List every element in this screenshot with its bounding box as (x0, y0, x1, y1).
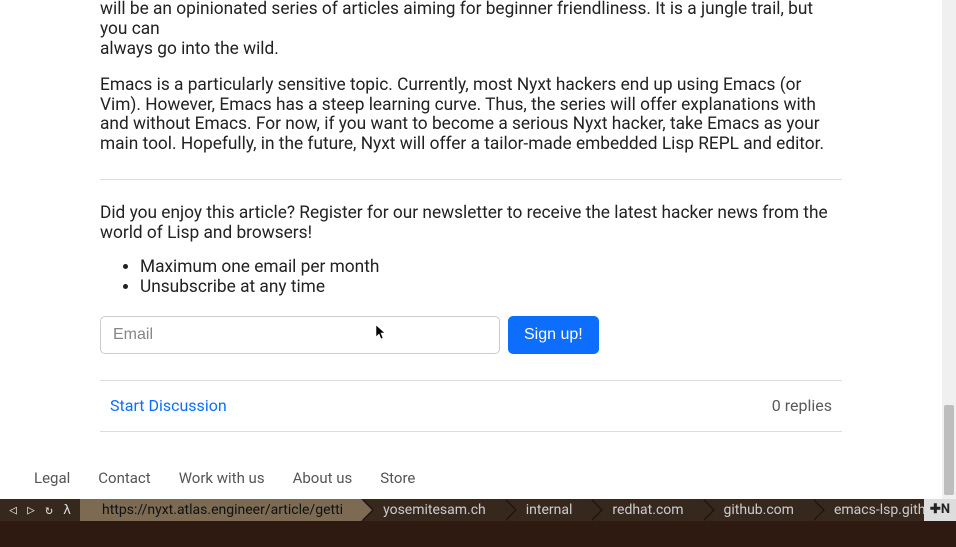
newsletter-intro: Did you enjoy this article? Register for… (100, 204, 842, 244)
footer-link-store[interactable]: Store (380, 469, 415, 487)
footer-link-contact[interactable]: Contact (98, 469, 150, 487)
footer-link-work[interactable]: Work with us (179, 469, 265, 487)
nav-lambda-icon[interactable]: λ (60, 503, 74, 518)
article-paragraph: Emacs is a particularly sensitive topic.… (100, 76, 842, 156)
divider (100, 179, 842, 180)
scrollbar-track[interactable] (942, 0, 956, 499)
new-tab-button[interactable]: ✚N (924, 499, 956, 521)
page-viewport: will be an opinionated series of article… (0, 0, 942, 499)
discussion-box: Start Discussion 0 replies (100, 380, 842, 432)
article-content: will be an opinionated series of article… (0, 0, 942, 432)
nav-back-icon[interactable]: ◁ (6, 503, 20, 518)
newsletter-bullets: Maximum one email per month Unsubscribe … (100, 258, 842, 298)
reply-count: 0 replies (772, 397, 832, 415)
tab[interactable]: redhat.com (590, 499, 701, 521)
status-bar: ◁ ▷ ↻ λ https://nyxt.atlas.engineer/arti… (0, 499, 956, 547)
tab[interactable]: yosemitesam.ch (361, 499, 504, 521)
signup-button[interactable]: Sign up! (508, 316, 599, 354)
status-row: ◁ ▷ ↻ λ https://nyxt.atlas.engineer/arti… (0, 499, 956, 521)
article-paragraph-partial: will be an opinionated series of article… (100, 0, 842, 60)
start-discussion-link[interactable]: Start Discussion (110, 397, 227, 415)
tab-strip: https://nyxt.atlas.engineer/article/gett… (80, 499, 924, 521)
nav-forward-icon[interactable]: ▷ (24, 503, 38, 518)
tab[interactable]: github.com (702, 499, 812, 521)
text-line: will be an opinionated series of article… (100, 0, 842, 40)
footer-links: Legal Contact Work with us About us Stor… (34, 469, 415, 487)
footer-link-about[interactable]: About us (293, 469, 353, 487)
tab[interactable]: emacs-lsp.gith (812, 499, 924, 521)
scrollbar-thumb[interactable] (944, 405, 954, 495)
status-bottom (0, 521, 956, 547)
list-item: Unsubscribe at any time (140, 278, 842, 298)
text-line: always go into the wild. (100, 40, 842, 60)
nav-reload-icon[interactable]: ↻ (42, 503, 56, 518)
tab-active[interactable]: https://nyxt.atlas.engineer/article/gett… (80, 499, 361, 521)
footer-link-legal[interactable]: Legal (34, 469, 70, 487)
nav-icons: ◁ ▷ ↻ λ (0, 499, 80, 521)
email-field[interactable] (100, 316, 500, 354)
list-item: Maximum one email per month (140, 258, 842, 278)
signup-row: Sign up! (100, 316, 842, 354)
